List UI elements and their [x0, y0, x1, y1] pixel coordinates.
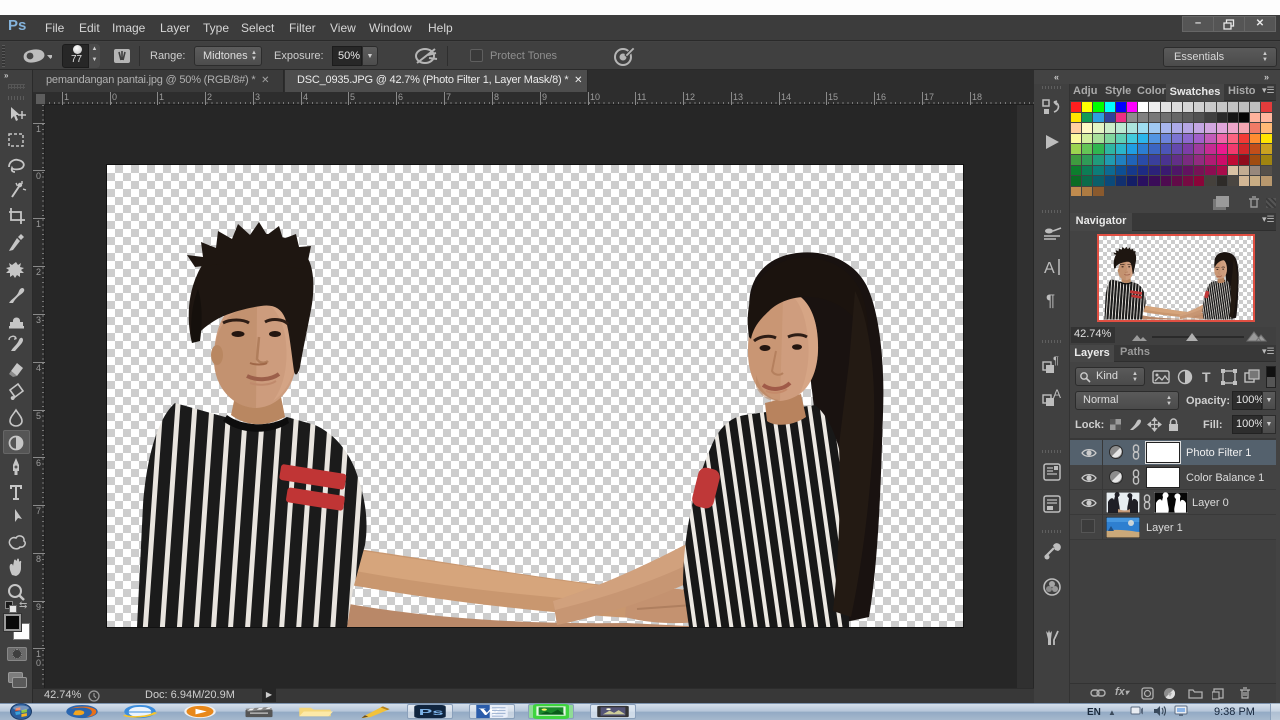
- svg-text:T: T: [1202, 369, 1211, 385]
- svg-text:A: A: [1053, 387, 1061, 401]
- svg-text:A: A: [1044, 260, 1055, 277]
- svg-text:¶: ¶: [1046, 291, 1055, 310]
- svg-text:¶: ¶: [1053, 355, 1059, 367]
- svg-text:Ps: Ps: [419, 708, 444, 717]
